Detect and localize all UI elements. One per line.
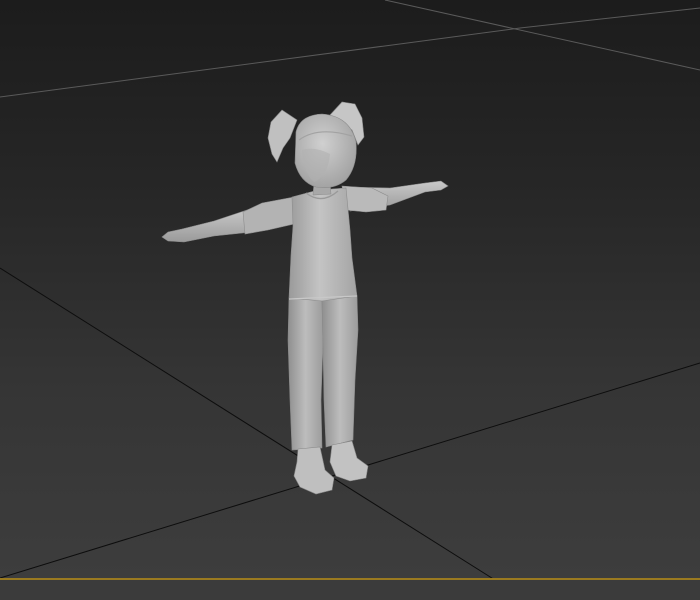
left-pant-leg <box>287 297 324 451</box>
right-pant-leg <box>321 295 359 448</box>
left-pigtail <box>267 109 298 163</box>
left-arm <box>161 208 253 243</box>
grid-line <box>384 0 700 71</box>
grid-line <box>519 7 700 29</box>
viewport-bottom-bar <box>0 580 700 600</box>
grid-far <box>0 0 700 98</box>
shirt <box>288 187 358 304</box>
left-sleeve <box>242 196 295 235</box>
grid-line <box>0 27 521 98</box>
viewport-scene[interactable] <box>0 0 700 600</box>
character-model[interactable] <box>161 101 449 495</box>
left-shoe <box>293 446 335 495</box>
right-shoe <box>329 440 369 482</box>
3d-viewport[interactable] <box>0 0 700 600</box>
grid-line <box>0 267 496 581</box>
